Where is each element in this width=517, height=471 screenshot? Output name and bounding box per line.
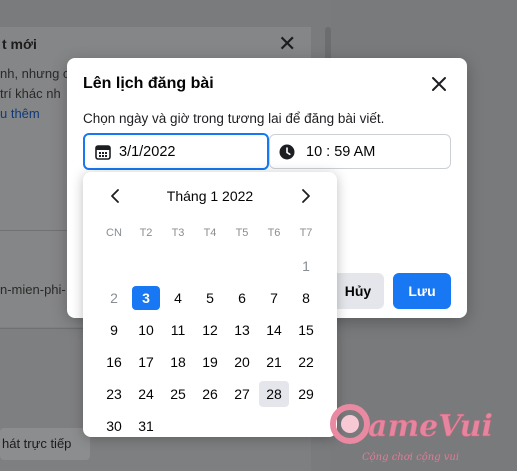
calendar-grid: CN T2 T3 T4 T5 T6 T7 1 2 3 4 5 6 7 8 9 10 11 12 13 14 15 16 17 1… <box>98 222 322 442</box>
cancel-button[interactable]: Hủy <box>332 273 384 309</box>
calendar-month-label: Tháng 1 2022 <box>166 188 254 204</box>
save-button[interactable]: Lưu <box>393 273 451 309</box>
date-picker-popup: Tháng 1 2022 CN T2 T3 T4 T5 T6 T7 1 2 3 4 5 6 7 8 9 10 11… <box>83 172 337 437</box>
calendar-day-18[interactable]: 18 <box>162 346 194 378</box>
svg-text:Cộng chơi cộng vui: Cộng chơi cộng vui <box>362 452 459 463</box>
weekday-label: T7 <box>299 227 313 239</box>
calendar-empty-cell <box>98 250 130 282</box>
calendar-day-31[interactable]: 31 <box>130 410 162 442</box>
calendar-week-row: 16 17 18 19 20 21 22 <box>98 346 322 378</box>
calendar-week-row: 1 <box>98 250 322 282</box>
dialog-title: Lên lịch đăng bài <box>83 75 214 92</box>
calendar-day-10[interactable]: 10 <box>130 314 162 346</box>
calendar-day-15[interactable]: 15 <box>290 314 322 346</box>
chevron-right-icon[interactable] <box>300 188 312 204</box>
dialog-description: Chọn ngày và giờ trong tương lai để đăng… <box>83 111 385 126</box>
calendar-day-14[interactable]: 14 <box>258 314 290 346</box>
calendar-empty-cell <box>258 410 290 442</box>
calendar-week-row: 23 24 25 26 27 28 29 <box>98 378 322 410</box>
calendar-empty-cell <box>194 250 226 282</box>
time-input[interactable]: 10 : 59 AM <box>269 134 451 169</box>
calendar-day-2[interactable]: 2 <box>98 282 130 314</box>
background-close-icon[interactable]: ✕ <box>278 33 296 55</box>
background-text-line: nh, nhưng c <box>0 66 70 81</box>
calendar-week-row: 30 31 <box>98 410 322 442</box>
date-input[interactable]: 3/1/2022 <box>83 133 269 170</box>
calendar-day-11[interactable]: 11 <box>162 314 194 346</box>
calendar-empty-cell <box>194 410 226 442</box>
calendar-day-23[interactable]: 23 <box>98 378 130 410</box>
calendar-day-6[interactable]: 6 <box>226 282 258 314</box>
calendar-empty-cell <box>162 250 194 282</box>
calendar-day-1[interactable]: 1 <box>290 250 322 282</box>
calendar-day-22[interactable]: 22 <box>290 346 322 378</box>
background-panel-title: t mới <box>2 36 37 52</box>
weekday-label: T3 <box>171 227 185 239</box>
background-url-text: n-mien-phi- <box>0 282 66 297</box>
calendar-week-row: 9 10 11 12 13 14 15 <box>98 314 322 346</box>
weekday-label: T6 <box>267 227 281 239</box>
calendar-empty-cell <box>162 410 194 442</box>
calendar-day-17[interactable]: 17 <box>130 346 162 378</box>
calendar-day-9[interactable]: 9 <box>98 314 130 346</box>
calendar-weekday-row: CN T2 T3 T4 T5 T6 T7 <box>98 222 322 244</box>
calendar-day-5[interactable]: 5 <box>194 282 226 314</box>
chevron-left-icon[interactable] <box>109 188 121 204</box>
calendar-day-24[interactable]: 24 <box>130 378 162 410</box>
weekday-label: T4 <box>203 227 217 239</box>
weekday-label: CN <box>106 227 122 239</box>
svg-text:ameVui: ameVui <box>368 409 493 444</box>
calendar-icon <box>95 144 111 165</box>
calendar-day-20[interactable]: 20 <box>226 346 258 378</box>
weekday-label: T2 <box>139 227 153 239</box>
calendar-day-30[interactable]: 30 <box>98 410 130 442</box>
time-value: 10 : 59 AM <box>306 144 376 160</box>
weekday-label: T5 <box>235 227 249 239</box>
date-value: 3/1/2022 <box>119 144 176 160</box>
calendar-day-13[interactable]: 13 <box>226 314 258 346</box>
calendar-empty-cell <box>226 410 258 442</box>
calendar-day-12[interactable]: 12 <box>194 314 226 346</box>
calendar-day-8[interactable]: 8 <box>290 282 322 314</box>
calendar-day-27[interactable]: 27 <box>226 378 258 410</box>
calendar-week-row: 2345678 <box>98 282 322 314</box>
calendar-empty-cell <box>130 250 162 282</box>
calendar-day-21[interactable]: 21 <box>258 346 290 378</box>
calendar-day-16[interactable]: 16 <box>98 346 130 378</box>
background-live-button[interactable]: hát trực tiếp <box>0 428 90 460</box>
calendar-empty-cell <box>290 410 322 442</box>
calendar-empty-cell <box>226 250 258 282</box>
calendar-day-19[interactable]: 19 <box>194 346 226 378</box>
calendar-day-28[interactable]: 28 <box>258 378 290 410</box>
gamevui-logo: ameVui Cộng chơi cộng vui <box>330 404 493 463</box>
background-text-line: trí khác nh <box>0 86 61 101</box>
calendar-day-29[interactable]: 29 <box>290 378 322 410</box>
calendar-day-7[interactable]: 7 <box>258 282 290 314</box>
calendar-day-26[interactable]: 26 <box>194 378 226 410</box>
calendar-day-4[interactable]: 4 <box>162 282 194 314</box>
background-learn-more-link[interactable]: u thêm <box>0 106 40 121</box>
calendar-empty-cell <box>258 250 290 282</box>
calendar-day-25[interactable]: 25 <box>162 378 194 410</box>
clock-icon <box>279 144 295 165</box>
calendar-day-3[interactable]: 3 <box>130 282 162 314</box>
close-icon[interactable] <box>427 72 451 96</box>
